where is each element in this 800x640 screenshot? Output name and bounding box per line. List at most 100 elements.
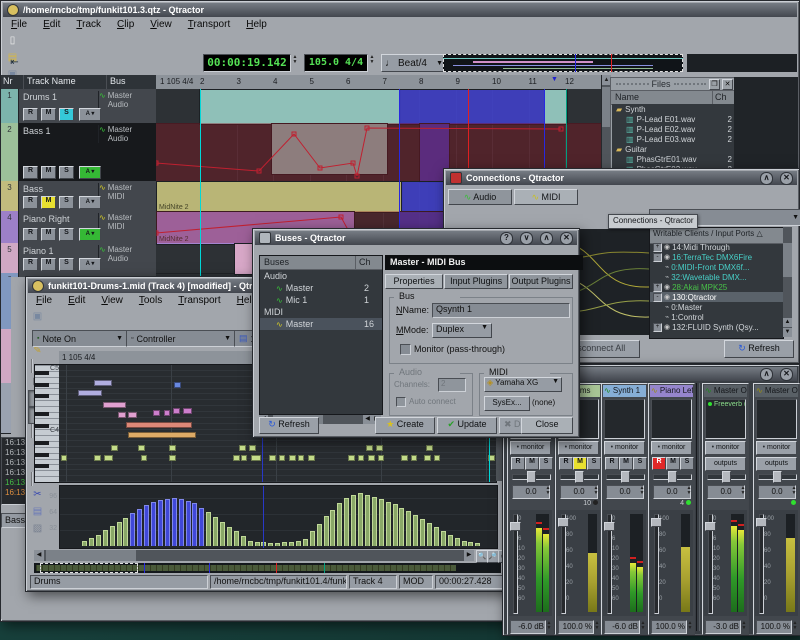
strip-m-button[interactable]: M (619, 457, 633, 470)
files-item[interactable]: ▥PhasGtrE01.wav2 (612, 154, 734, 164)
velocity-bar[interactable] (455, 538, 460, 546)
clip[interactable] (544, 89, 568, 125)
midi-note[interactable] (174, 382, 181, 388)
track-s-button[interactable]: S (59, 258, 74, 271)
mixer-strip[interactable]: ∿ Synth 1• monitorRMS0.0▲▼03610203040506… (601, 383, 648, 635)
white-key[interactable] (35, 470, 60, 471)
track-automation-button[interactable]: A ▾ (79, 108, 101, 121)
pan-spin-arrows[interactable]: ▲▼ (739, 486, 747, 496)
session-thumbnail[interactable] (443, 54, 683, 72)
velocity-bar[interactable] (172, 498, 177, 546)
velocity-bar[interactable] (468, 542, 473, 546)
track-automation-button[interactable]: A ▾ (79, 196, 101, 209)
files-col-name[interactable]: Name (611, 91, 713, 104)
velocity-bar[interactable] (379, 499, 384, 546)
menu-file[interactable]: File (3, 18, 35, 31)
expand-icon[interactable]: + (653, 323, 662, 332)
pan-handle[interactable] (668, 471, 677, 483)
mixer-strip[interactable]: ∿ Master Ou• monitoroutputs0.0▲▼10080604… (753, 383, 800, 635)
transport-time-display[interactable]: 00:00:19.142 (203, 54, 291, 72)
velocity-bar[interactable] (275, 543, 280, 546)
pan-handle[interactable] (575, 471, 584, 483)
pan-handle[interactable] (773, 471, 782, 483)
track-automation-button[interactable]: A ▾ (79, 166, 101, 179)
close-icon[interactable]: ✕ (560, 232, 573, 245)
save-icon[interactable]: ▣ (28, 308, 47, 325)
midi-note[interactable] (183, 408, 192, 414)
midi-note[interactable] (241, 455, 247, 461)
velocity-bar[interactable] (317, 524, 322, 546)
files-item[interactable]: ▰Guitar (612, 144, 734, 154)
velocity-bar[interactable] (151, 502, 156, 546)
velocity-bar[interactable] (82, 541, 87, 546)
velocity-pane[interactable] (59, 485, 498, 549)
monitor-button[interactable]: • monitor (558, 441, 599, 455)
shade-icon[interactable]: ∧ (540, 232, 553, 245)
dock-grip2[interactable] (674, 83, 707, 85)
midi-note[interactable] (376, 445, 383, 451)
midi-note[interactable] (401, 455, 408, 461)
connections-tree-item[interactable]: ⌁32:Wavetable DMX... (650, 272, 783, 282)
buses-tree-item[interactable]: MIDI (260, 306, 382, 318)
expand-icon[interactable]: + (653, 283, 662, 292)
shade-icon[interactable]: ∧ (760, 368, 773, 381)
tempo-spin[interactable]: ▲▼ (368, 55, 376, 65)
velocity-bar[interactable] (330, 510, 335, 546)
main-titlebar[interactable]: /home/rncbc/tmp/funkit101.3.qtz - Qtract… (3, 3, 797, 17)
white-key[interactable] (35, 435, 60, 436)
gain-spin-arrows[interactable]: ▲▼ (686, 621, 694, 631)
velocity-bar[interactable] (158, 500, 163, 546)
track-m-button[interactable]: M (41, 108, 56, 121)
midi-note[interactable] (251, 455, 261, 461)
track-automation-button[interactable]: A ▾ (79, 228, 101, 241)
midi-note[interactable] (128, 412, 137, 418)
clip[interactable] (199, 89, 401, 125)
strip-m-button[interactable]: M (573, 457, 587, 470)
strip-r-button[interactable]: R (605, 457, 619, 470)
gain-spin-arrows[interactable]: ▲▼ (791, 621, 799, 631)
velocity-bar[interactable] (420, 519, 425, 546)
new-file-icon[interactable]: ▯ (3, 32, 22, 49)
pan-spin-arrows[interactable]: ▲▼ (592, 486, 600, 496)
close-icon[interactable]: ✕ (780, 172, 793, 185)
velocity-bar[interactable] (413, 515, 418, 546)
velocity-bar[interactable] (241, 536, 246, 546)
velocity-bar[interactable] (282, 542, 287, 546)
fader-handle[interactable] (558, 518, 569, 527)
velocity-bar[interactable] (365, 495, 370, 546)
midi-note[interactable] (289, 455, 296, 461)
track-m-button[interactable]: M (41, 228, 56, 241)
fader-groove[interactable] (561, 514, 566, 614)
connections-titlebar[interactable]: Connections - Qtractor ∧ ✕ (446, 171, 797, 185)
gain-spinbox[interactable]: -6.0 dB (510, 620, 546, 634)
velocity-bar[interactable] (475, 543, 480, 546)
col-bus[interactable]: Bus (107, 75, 156, 89)
midi-note[interactable] (94, 455, 101, 461)
menu-view[interactable]: View (142, 18, 180, 31)
connections-vscrollbar[interactable]: ▲ ▼ (783, 227, 792, 337)
velocity-bar[interactable] (255, 542, 260, 546)
expand-icon[interactable]: + (653, 243, 662, 252)
buses-tree-item[interactable]: ∿Mic 11 (260, 294, 382, 306)
editor-menu-edit[interactable]: Edit (60, 294, 93, 307)
gain-spinbox[interactable]: 100.0 % (756, 620, 792, 634)
refresh-button[interactable]: ↻ Refresh (724, 340, 794, 358)
velocity-bar[interactable] (441, 531, 446, 546)
velocity-bar[interactable] (220, 522, 225, 546)
velocity-bar[interactable] (393, 504, 398, 546)
midi-note[interactable] (358, 455, 364, 461)
plugin-list[interactable] (651, 399, 692, 439)
buses-refresh-button[interactable]: ↻ Refresh (259, 417, 319, 434)
velocity-bar[interactable] (123, 518, 128, 546)
menu-track[interactable]: Track (68, 18, 109, 31)
gain-spinbox[interactable]: 100.0 % (558, 620, 594, 634)
plugin-list[interactable] (756, 399, 797, 439)
tab-properties[interactable]: Properties (385, 274, 443, 289)
clip[interactable]: MidNite 2 (156, 181, 403, 213)
monitor-button[interactable]: • monitor (756, 441, 797, 455)
velocity-bar[interactable] (144, 505, 149, 546)
velocity-bar[interactable] (337, 503, 342, 546)
auto-connect-checkbox[interactable] (396, 397, 406, 407)
create-button[interactable]: ★ Create (375, 417, 435, 434)
velocity-bar[interactable] (96, 535, 101, 546)
